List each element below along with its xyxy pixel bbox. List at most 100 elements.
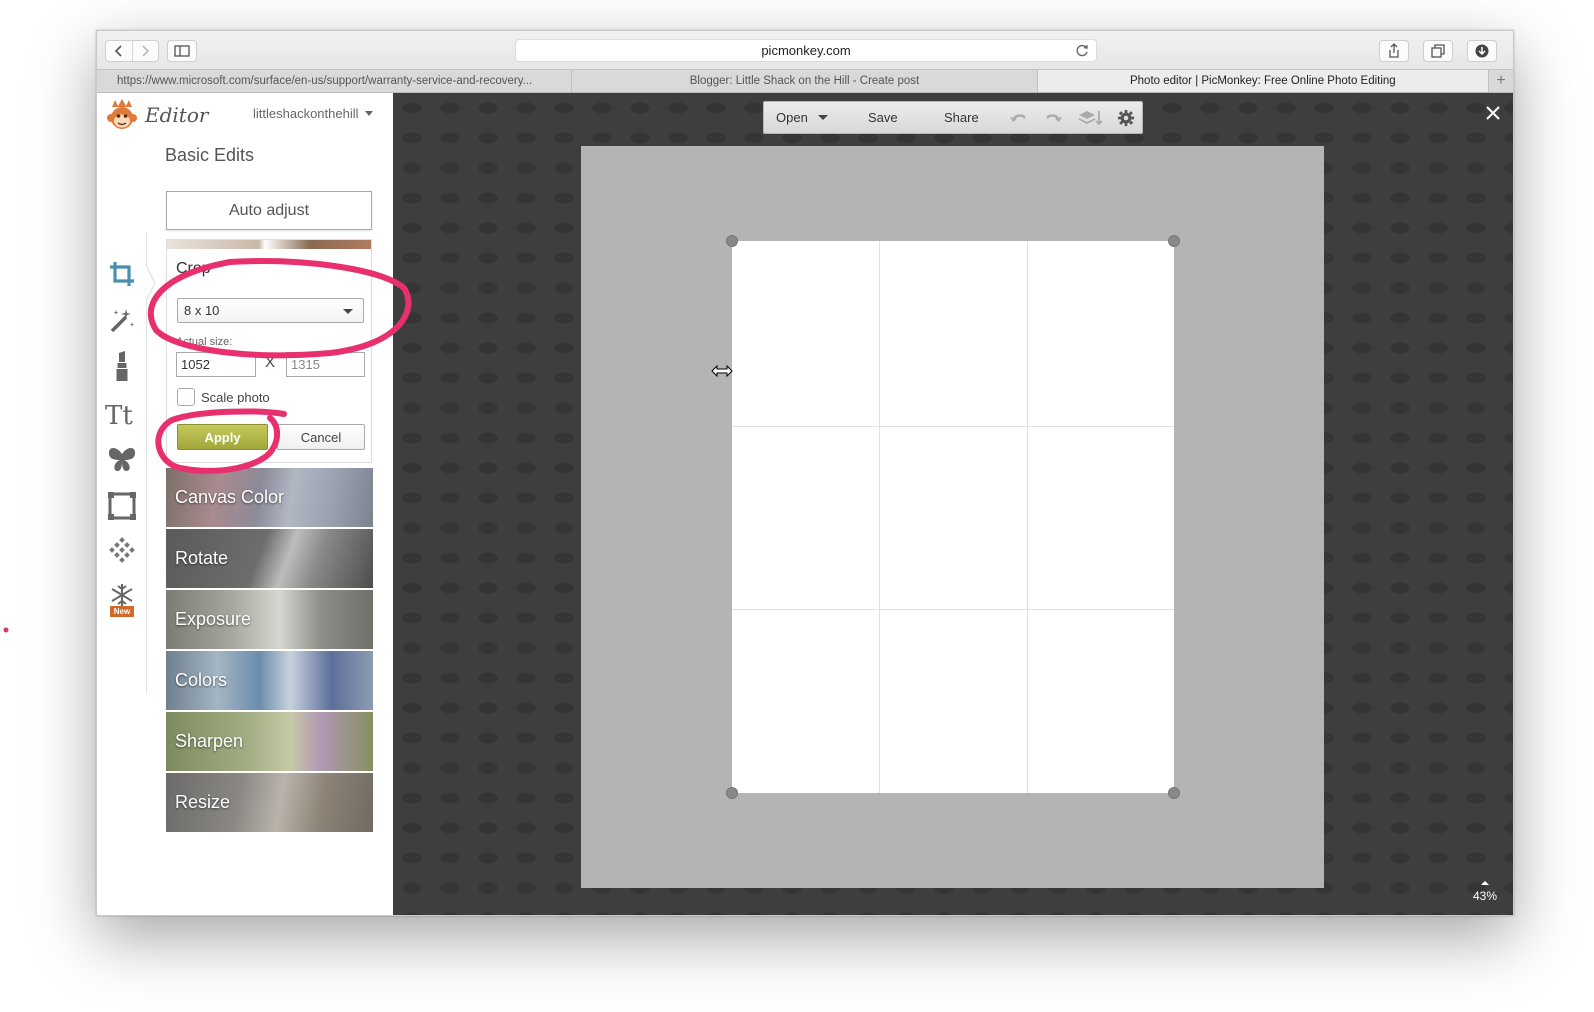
section-title: Basic Edits	[165, 145, 255, 165]
save-button[interactable]: Save	[868, 110, 898, 125]
tab-blogger[interactable]: Blogger: Little Shack on the Hill - Crea…	[572, 70, 1038, 92]
basic-edits-tab[interactable]	[105, 257, 139, 291]
frames-tab[interactable]	[105, 489, 139, 523]
caret-down-icon	[364, 111, 373, 116]
crop-selection[interactable]	[732, 241, 1174, 793]
frame-icon	[108, 492, 136, 520]
grid-line	[732, 426, 1174, 427]
themes-tab[interactable]: New	[105, 583, 139, 617]
reload-icon[interactable]	[1074, 43, 1090, 59]
svg-text:Tt: Tt	[105, 401, 133, 429]
monkey-logo-icon	[107, 99, 137, 129]
dimension-separator: X	[265, 354, 276, 371]
gear-icon[interactable]	[1116, 109, 1136, 127]
chevron-right-icon	[142, 45, 150, 57]
crop-width-input[interactable]: 1052	[176, 352, 256, 377]
crop-height-input[interactable]: 1315	[286, 352, 365, 377]
caret-down-icon	[343, 309, 353, 314]
show-tabs-button[interactable]	[1423, 40, 1453, 62]
canvas-workspace: Open Save Share 43%	[393, 93, 1513, 915]
tab-title: https://www.microsoft.com/surface/en-us/…	[117, 75, 533, 87]
cancel-button[interactable]: Cancel	[277, 424, 365, 450]
tab-microsoft-support[interactable]: https://www.microsoft.com/surface/en-us/…	[97, 70, 573, 92]
grid-line	[879, 241, 880, 793]
navigation-buttons	[105, 40, 159, 62]
crop-handle-bottom-left[interactable]	[726, 787, 738, 799]
tab-picmonkey[interactable]: Photo editor | PicMonkey: Free Online Ph…	[1037, 70, 1490, 92]
magic-wand-icon	[110, 309, 134, 333]
rotate-tool[interactable]: Rotate	[166, 529, 373, 588]
sidebar-toggle-button[interactable]	[167, 40, 197, 62]
close-icon[interactable]	[1485, 105, 1501, 121]
forward-button[interactable]	[131, 41, 158, 61]
grid-line	[1027, 241, 1028, 793]
textures-tab[interactable]	[105, 535, 139, 569]
canvas-color-tool[interactable]: Canvas Color	[166, 468, 373, 527]
colors-tool[interactable]: Colors	[166, 651, 373, 710]
share-page-button[interactable]	[1379, 40, 1409, 62]
zoom-control[interactable]: 43%	[1473, 881, 1497, 903]
crop-panel: Crop 8 x 10 Actual size: 1052 X 1315 Sca…	[166, 239, 372, 463]
caret-down-icon	[817, 115, 828, 120]
lipstick-icon	[116, 351, 128, 381]
crop-banner-image	[167, 240, 371, 249]
open-label: Open	[776, 110, 808, 125]
crop-icon	[110, 262, 134, 286]
auto-adjust-button[interactable]: Auto adjust	[166, 191, 372, 230]
sidebar-icon	[174, 45, 190, 57]
app-logo[interactable]: Editor	[105, 98, 208, 132]
crop-ratio-select[interactable]: 8 x 10	[177, 298, 364, 323]
new-tab-button[interactable]: +	[1489, 70, 1513, 92]
effects-tab[interactable]	[105, 303, 139, 337]
sharpen-tool[interactable]: Sharpen	[166, 712, 373, 771]
new-badge: New	[109, 606, 135, 617]
apply-button[interactable]: Apply	[177, 424, 268, 450]
feature-label: Sharpen	[175, 731, 244, 751]
overlays-tab[interactable]	[105, 443, 139, 477]
feature-label: Canvas Color	[175, 487, 285, 507]
tab-title: Photo editor | PicMonkey: Free Online Ph…	[1129, 75, 1396, 87]
download-icon	[1475, 44, 1489, 58]
browser-window: picmonkey.com https://www.microsoft.com/…	[96, 30, 1514, 916]
url-text: picmonkey.com	[761, 43, 851, 58]
scale-photo-label: Scale photo	[201, 390, 270, 405]
username: littleshackonthehill	[253, 106, 359, 121]
back-button[interactable]	[106, 41, 132, 61]
undo-icon[interactable]	[1008, 109, 1028, 127]
exposure-tool[interactable]: Exposure	[166, 590, 373, 649]
annotation-dot	[3, 627, 9, 633]
redo-icon[interactable]	[1044, 109, 1064, 127]
scale-photo-checkbox[interactable]	[177, 388, 195, 406]
share-button[interactable]: Share	[944, 110, 979, 125]
user-menu[interactable]: littleshackonthehill	[253, 106, 373, 121]
tabs-icon	[1431, 44, 1445, 58]
address-bar[interactable]: picmonkey.com	[515, 39, 1097, 62]
feature-label: Rotate	[175, 548, 229, 568]
crop-ratio-value: 8 x 10	[184, 303, 220, 318]
text-tab[interactable]: Tt	[105, 397, 139, 431]
crop-handle-top-right[interactable]	[1168, 235, 1180, 247]
edit-panel: Editor littleshackonthehill Tt New Basic…	[97, 93, 393, 915]
crop-title: Crop	[176, 260, 211, 277]
editor-toolbar: Open Save Share	[763, 101, 1143, 134]
open-button[interactable]: Open	[776, 110, 828, 125]
touch-up-tab[interactable]	[105, 349, 139, 383]
share-icon	[1389, 43, 1399, 58]
downloads-button[interactable]	[1467, 40, 1497, 62]
butterfly-icon	[108, 448, 136, 471]
app-title: Editor	[145, 103, 209, 127]
feature-label: Resize	[175, 792, 231, 812]
feature-label: Exposure	[175, 609, 252, 629]
caret-up-icon	[1480, 881, 1489, 885]
tab-bar: https://www.microsoft.com/surface/en-us/…	[97, 69, 1513, 93]
browser-toolbar: picmonkey.com	[97, 31, 1513, 69]
text-icon: Tt	[105, 401, 133, 429]
grid-line	[732, 609, 1174, 610]
chevron-left-icon	[114, 45, 122, 57]
tab-title: Blogger: Little Shack on the Hill - Crea…	[689, 75, 920, 87]
resize-tool[interactable]: Resize	[166, 773, 373, 832]
layers-icon[interactable]	[1078, 109, 1104, 127]
actual-size-label: Actual size:	[176, 336, 233, 348]
crop-handle-top-left[interactable]	[726, 235, 738, 247]
crop-handle-bottom-right[interactable]	[1168, 787, 1180, 799]
